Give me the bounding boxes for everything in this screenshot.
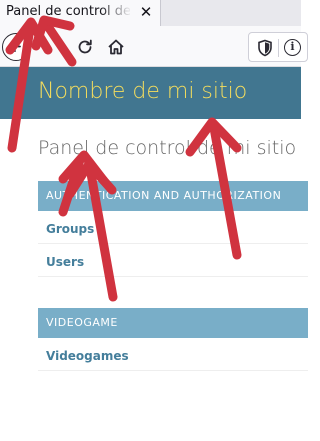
url-separator: [278, 39, 279, 57]
home-icon[interactable]: [105, 36, 127, 58]
module-caption[interactable]: Authentication and Authorization: [38, 181, 308, 211]
browser-tab[interactable]: Panel de control de ✕: [0, 0, 161, 26]
videogames-link[interactable]: Videogames: [46, 349, 129, 363]
shield-icon[interactable]: [257, 39, 273, 57]
list-item-groups: Groups: [38, 211, 308, 244]
groups-link[interactable]: Groups: [46, 222, 94, 236]
back-arrow-icon: [9, 41, 21, 52]
page-title: Panel de control de mi sitio: [38, 137, 297, 159]
users-link[interactable]: Users: [46, 255, 84, 269]
tab-title-fade: [100, 0, 132, 26]
back-button[interactable]: [2, 33, 30, 61]
browser-nav-bar: i: [0, 26, 308, 67]
reload-icon[interactable]: [74, 36, 96, 58]
list-item-videogames: Videogames: [38, 338, 308, 371]
browser-tab-bar: Panel de control de ✕: [0, 0, 301, 26]
module-videogame: Videogame Videogames: [38, 308, 308, 371]
list-item-users: Users: [38, 244, 308, 277]
address-bar[interactable]: i: [248, 32, 308, 62]
module-caption[interactable]: Videogame: [38, 308, 308, 338]
close-icon[interactable]: ✕: [136, 2, 156, 22]
site-name[interactable]: Nombre de mi sitio: [38, 79, 247, 104]
info-icon[interactable]: i: [284, 39, 301, 56]
module-auth: Authentication and Authorization Groups …: [38, 181, 308, 277]
site-header: Nombre de mi sitio: [0, 67, 301, 119]
